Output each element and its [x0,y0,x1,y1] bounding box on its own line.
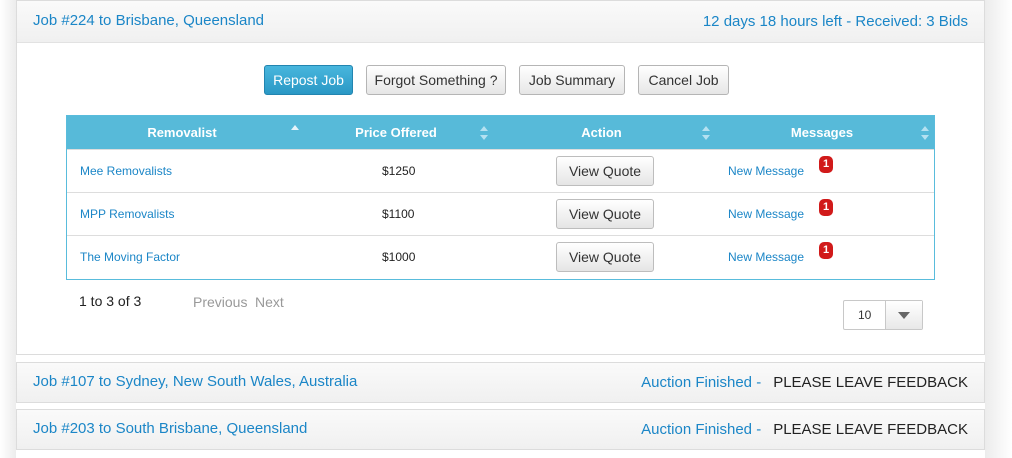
leave-feedback-link[interactable]: PLEASE LEAVE FEEDBACK [773,374,968,391]
bids-table: Removalist Price Offered Action Messages… [66,115,935,280]
job-time-bids-status: 12 days 18 hours left - Received: 3 Bids [702,13,968,30]
table-row: MPP Removalists $1100 View Quote New Mes… [67,192,934,236]
view-quote-button[interactable]: View Quote [556,199,654,229]
view-quote-button[interactable]: View Quote [556,156,654,186]
message-count-badge: 1 [819,242,833,259]
job-title-link[interactable]: Job #224 to Brisbane, Queensland [33,12,264,29]
job-panel-header: Job #203 to South Brisbane, Queensland A… [17,410,984,449]
column-header-removalist[interactable]: Removalist [67,116,297,149]
pager-previous-link[interactable]: Previous [193,294,247,310]
leave-feedback-link[interactable]: PLEASE LEAVE FEEDBACK [773,421,968,438]
sort-asc-icon[interactable] [291,124,299,140]
sort-both-icon[interactable] [480,125,488,141]
job-panel-header: Job #224 to Brisbane, Queensland 12 days… [17,1,984,43]
sort-both-icon[interactable] [702,125,710,141]
auction-finished-status: Auction Finished - [641,421,762,438]
page-size-select[interactable]: 10 [843,300,923,330]
removalist-link[interactable]: The Moving Factor [80,250,180,264]
cancel-job-button[interactable]: Cancel Job [638,65,729,95]
dropdown-arrow-icon [898,312,910,319]
job-title-link[interactable]: Job #107 to Sydney, New South Wales, Aus… [33,373,357,390]
pager-info: 1 to 3 of 3 [79,293,142,309]
job-panel-203: Job #203 to South Brisbane, Queensland A… [16,409,985,450]
left-gutter [0,0,16,458]
message-count-badge: 1 [819,199,833,216]
page-size-dropdown-button[interactable] [885,301,922,329]
price-offered: $1100 [382,207,415,221]
price-offered: $1250 [382,164,416,178]
column-header-price[interactable]: Price Offered [310,116,482,149]
table-row: The Moving Factor $1000 View Quote New M… [67,235,934,279]
column-header-action[interactable]: Action [507,116,696,149]
removalist-link[interactable]: Mee Removalists [80,164,172,178]
auction-finished-status: Auction Finished - [641,374,762,391]
bids-table-header: Removalist Price Offered Action Messages [67,116,934,149]
job-summary-button[interactable]: Job Summary [519,65,625,95]
job-panel-header: Job #107 to Sydney, New South Wales, Aus… [17,363,984,402]
view-quote-button[interactable]: View Quote [556,242,654,272]
repost-job-button[interactable]: Repost Job [264,65,353,95]
sort-both-icon[interactable] [921,125,929,141]
new-message-link[interactable]: New Message [728,164,804,178]
job-status: Auction Finished - PLEASE LEAVE FEEDBACK [641,421,968,438]
page-size-value: 10 [858,308,872,322]
message-count-badge: 1 [819,156,833,173]
job-status: Auction Finished - PLEASE LEAVE FEEDBACK [641,374,968,391]
new-message-link[interactable]: New Message [728,207,804,221]
forgot-something-button[interactable]: Forgot Something ? [366,65,506,95]
job-title-link[interactable]: Job #203 to South Brisbane, Queensland [33,420,307,437]
price-offered: $1000 [382,250,416,264]
removalist-link[interactable]: MPP Removalists [80,207,174,221]
column-header-messages[interactable]: Messages [727,116,917,149]
right-gutter [985,0,1012,458]
pager-next-link[interactable]: Next [255,294,284,310]
job-panel-107: Job #107 to Sydney, New South Wales, Aus… [16,362,985,403]
new-message-link[interactable]: New Message [728,250,804,264]
table-row: Mee Removalists $1250 View Quote New Mes… [67,149,934,193]
